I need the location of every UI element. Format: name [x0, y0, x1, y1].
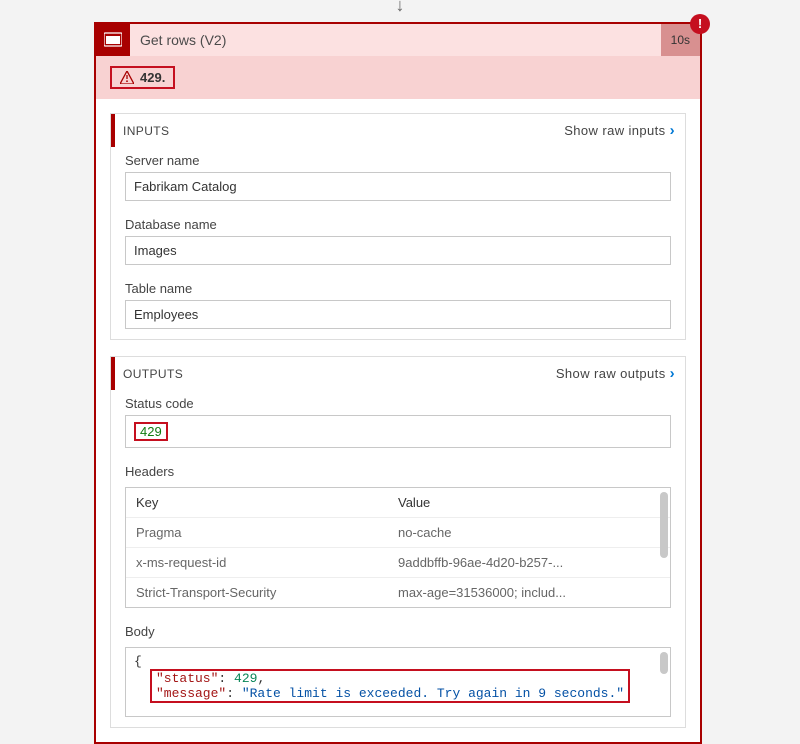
table-name-label: Table name [125, 281, 671, 296]
headers-label: Headers [125, 464, 671, 479]
server-name-label: Server name [125, 153, 671, 168]
error-code-chip: 429. [110, 66, 175, 89]
table-row: x-ms-request-id 9addbffb-96ae-4d20-b257-… [126, 547, 670, 577]
error-code-text: 429. [140, 70, 165, 85]
card-title: Get rows (V2) [130, 24, 236, 56]
outputs-heading: OUTPUTS [123, 367, 183, 381]
headers-key-col: Key [136, 495, 398, 510]
chevron-right-icon: › [670, 365, 675, 382]
inputs-panel: INPUTS Show raw inputs › Server name Fab… [110, 113, 686, 340]
outputs-panel: OUTPUTS Show raw outputs › Status code 4… [110, 356, 686, 728]
warning-icon [120, 71, 134, 84]
sql-icon [96, 24, 130, 56]
chevron-right-icon: › [670, 122, 675, 139]
headers-value-col: Value [398, 495, 660, 510]
status-code-label: Status code [125, 396, 671, 411]
inputs-heading: INPUTS [123, 124, 169, 138]
arrow-down-icon: ↓ [396, 0, 405, 12]
headers-table[interactable]: Key Value Pragma no-cache x-ms-request-i… [125, 487, 671, 608]
body-label: Body [125, 624, 671, 639]
status-code-box[interactable]: 429 [125, 415, 671, 448]
table-row: Strict-Transport-Security max-age=315360… [126, 577, 670, 607]
error-row: 429. [96, 56, 700, 99]
table-name-value[interactable]: Employees [125, 300, 671, 329]
database-name-label: Database name [125, 217, 671, 232]
card-header[interactable]: Get rows (V2) 10s [96, 24, 700, 56]
headers-table-head: Key Value [126, 488, 670, 517]
action-card: ! Get rows (V2) 10s 429. INPUTS [94, 22, 702, 744]
scrollbar[interactable] [660, 652, 668, 674]
body-highlight: "status": 429, "message": "Rate limit is… [150, 669, 630, 703]
database-name-value[interactable]: Images [125, 236, 671, 265]
error-badge-icon: ! [690, 14, 710, 34]
scrollbar[interactable] [660, 492, 668, 558]
show-raw-inputs-label: Show raw inputs [564, 123, 665, 138]
table-row: Pragma no-cache [126, 517, 670, 547]
show-raw-inputs-link[interactable]: Show raw inputs › [564, 122, 675, 139]
status-code-value: 429 [134, 422, 168, 441]
show-raw-outputs-label: Show raw outputs [556, 366, 666, 381]
show-raw-outputs-link[interactable]: Show raw outputs › [556, 365, 675, 382]
body-line: { [134, 654, 662, 669]
body-box[interactable]: { "status": 429, "message": "Rate limit … [125, 647, 671, 717]
server-name-value[interactable]: Fabrikam Catalog [125, 172, 671, 201]
